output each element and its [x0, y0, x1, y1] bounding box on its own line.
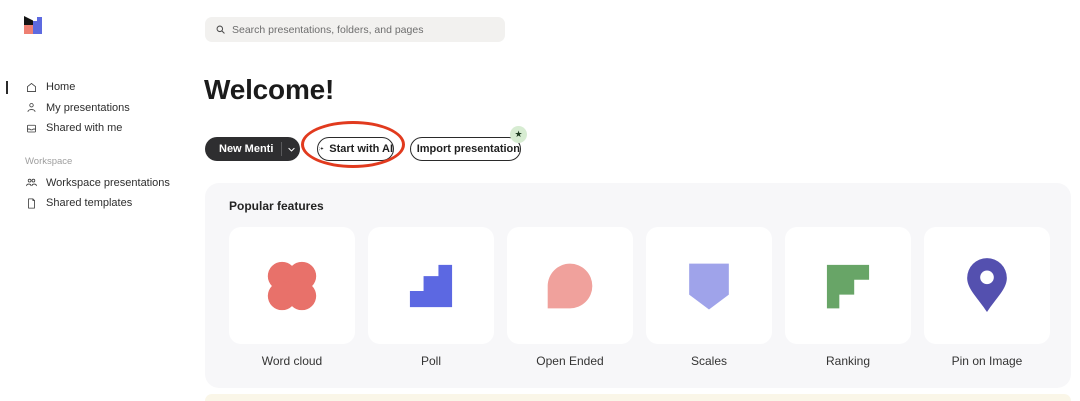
- sidebar-item-shared-with-me[interactable]: Shared with me: [0, 118, 200, 139]
- sparkle-icon: [318, 143, 324, 155]
- new-menti-label: New Menti: [205, 143, 281, 155]
- sidebar-item-label: Shared with me: [46, 122, 122, 134]
- next-section-peek: [205, 394, 1071, 401]
- start-with-ai-label: Start with AI: [329, 143, 393, 155]
- word-cloud-icon: [261, 255, 323, 317]
- chevron-down-icon[interactable]: [282, 145, 300, 154]
- feature-poll: Poll: [368, 227, 494, 368]
- sidebar-item-label: My presentations: [46, 102, 130, 114]
- star-badge: ★: [510, 126, 527, 143]
- scales-icon: [678, 255, 740, 317]
- feature-card-word-cloud[interactable]: [229, 227, 355, 344]
- inbox-icon: [25, 122, 38, 135]
- feature-card-ranking[interactable]: [785, 227, 911, 344]
- active-indicator: [6, 81, 8, 94]
- import-presentation-button[interactable]: Import presentation: [410, 137, 521, 161]
- home-icon: [25, 81, 38, 94]
- feature-card-open-ended[interactable]: [507, 227, 633, 344]
- page-title: Welcome!: [204, 74, 334, 106]
- feature-word-cloud: Word cloud: [229, 227, 355, 368]
- sidebar-item-label: Workspace presentations: [46, 177, 170, 189]
- sidebar-item-home[interactable]: Home: [0, 77, 200, 98]
- features-row: Word cloud Poll: [229, 227, 1050, 368]
- feature-label: Poll: [421, 354, 441, 368]
- open-ended-icon: [539, 255, 601, 317]
- document-icon: [25, 197, 38, 210]
- feature-card-poll[interactable]: [368, 227, 494, 344]
- pin-icon: [956, 255, 1018, 317]
- sidebar-item-label: Home: [46, 81, 75, 93]
- sidebar-item-shared-templates[interactable]: Shared templates: [0, 193, 200, 214]
- feature-card-scales[interactable]: [646, 227, 772, 344]
- feature-label: Scales: [691, 354, 727, 368]
- mentimeter-logo[interactable]: [21, 13, 45, 37]
- import-presentation-label: Import presentation: [417, 143, 520, 155]
- sidebar-item-my-presentations[interactable]: My presentations: [0, 98, 200, 119]
- upload-icon: [411, 143, 412, 155]
- app-window: Home My presentations Shared with me Wor…: [0, 0, 1080, 401]
- star-icon: ★: [514, 130, 522, 139]
- sidebar-item-label: Shared templates: [46, 197, 132, 209]
- feature-scales: Scales: [646, 227, 772, 368]
- new-menti-button[interactable]: New Menti: [205, 137, 300, 161]
- person-icon: [25, 101, 38, 114]
- feature-label: Word cloud: [262, 354, 322, 368]
- feature-ranking: Ranking: [785, 227, 911, 368]
- search-bar: [205, 17, 505, 42]
- ranking-icon: [817, 255, 879, 317]
- feature-label: Ranking: [826, 354, 870, 368]
- feature-label: Pin on Image: [952, 354, 1023, 368]
- workspace-section-label: Workspace: [25, 156, 200, 167]
- feature-label: Open Ended: [536, 354, 603, 368]
- sidebar-item-workspace-presentations[interactable]: Workspace presentations: [0, 173, 200, 194]
- search-icon: [215, 24, 226, 35]
- search-input[interactable]: [232, 24, 495, 36]
- popular-features-heading: Popular features: [229, 199, 324, 213]
- feature-open-ended: Open Ended: [507, 227, 633, 368]
- start-with-ai-button[interactable]: Start with AI: [317, 137, 394, 161]
- sidebar: Home My presentations Shared with me Wor…: [0, 77, 200, 214]
- feature-card-pin-on-image[interactable]: [924, 227, 1050, 344]
- poll-icon: [400, 255, 462, 317]
- people-icon: [25, 176, 38, 189]
- popular-features-panel: Popular features Word cloud: [205, 183, 1071, 388]
- feature-pin-on-image: Pin on Image: [924, 227, 1050, 368]
